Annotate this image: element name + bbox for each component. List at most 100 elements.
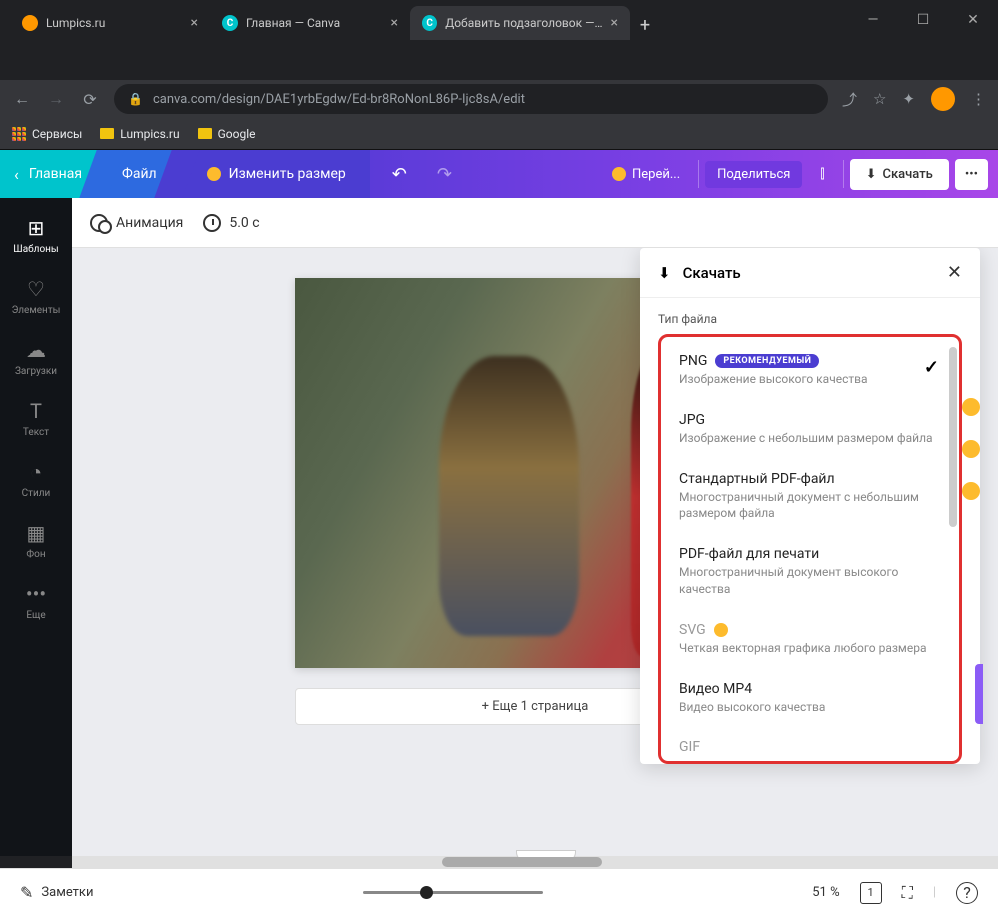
- tab-lumpics[interactable]: Lumpics.ru ×: [10, 6, 210, 40]
- editor-area: ⊞Шаблоны ♡Элементы ☁Загрузки TТекст ◔Сти…: [0, 198, 998, 856]
- uploads-icon: ☁: [26, 338, 46, 362]
- maximize-button[interactable]: ☐: [908, 12, 938, 28]
- apps-icon: [12, 127, 26, 141]
- clock-icon: [203, 214, 221, 232]
- filetype-option-pdf-print[interactable]: PDF-файл для печати Многостраничный доку…: [665, 534, 955, 610]
- bookmarks-bar: Сервисы Lumpics.ru Google: [0, 118, 998, 150]
- text-icon: T: [30, 399, 42, 423]
- scrollbar[interactable]: [949, 347, 957, 527]
- filetype-option-jpg[interactable]: JPG Изображение с небольшим размером фай…: [665, 400, 955, 459]
- check-icon: ✓: [924, 357, 939, 378]
- rail-styles[interactable]: ◔Стили: [0, 450, 72, 509]
- resize-button[interactable]: Изменить размер: [177, 150, 370, 198]
- favicon-icon: [22, 15, 38, 31]
- filetype-label: Тип файла: [658, 312, 962, 326]
- profile-avatar[interactable]: [931, 87, 955, 111]
- close-icon[interactable]: ×: [611, 15, 618, 31]
- rail-uploads[interactable]: ☁Загрузки: [0, 328, 72, 387]
- bookmark-lumpics[interactable]: Lumpics.ru: [100, 127, 179, 141]
- zoom-value[interactable]: 51 %: [812, 885, 839, 900]
- share-button[interactable]: Поделиться: [705, 161, 802, 188]
- fullscreen-icon[interactable]: ⛶: [902, 883, 913, 903]
- new-tab-button[interactable]: +: [630, 10, 660, 40]
- favicon-icon: C: [422, 15, 437, 31]
- canva-toolbar: ‹ Главная Файл Изменить размер ↶ ↷ Перей…: [0, 150, 998, 198]
- share-icon[interactable]: ⤴: [842, 89, 857, 110]
- templates-icon: ⊞: [28, 216, 45, 240]
- elements-icon: ♡: [27, 277, 45, 301]
- close-icon[interactable]: ×: [391, 15, 398, 31]
- extensions-icon[interactable]: ✦: [902, 90, 915, 108]
- bookmark-google[interactable]: Google: [198, 127, 256, 141]
- recommended-badge: РЕКОМЕНДУЕМЫЙ: [715, 354, 819, 368]
- panel-title: Скачать: [683, 264, 741, 282]
- window-close-button[interactable]: ✕: [958, 12, 988, 28]
- redo-button[interactable]: ↷: [425, 158, 464, 191]
- download-panel: ⬇ Скачать ✕ Тип файла PNGРЕКОМЕНДУЕМЫЙ И…: [640, 248, 980, 764]
- forward-button[interactable]: →: [46, 89, 66, 109]
- background-icon: ▦: [27, 521, 46, 545]
- bottom-bar: ✎ Заметки 51 % 1 ⛶ | ?: [0, 868, 998, 916]
- notes-icon: ✎: [20, 883, 33, 902]
- lock-icon: 🔒: [128, 92, 143, 106]
- rail-more[interactable]: •••Еще: [0, 572, 72, 631]
- download-icon: ⬇: [866, 167, 877, 182]
- download-button[interactable]: ⬇ Скачать: [850, 159, 949, 190]
- divider: [843, 160, 844, 188]
- crown-icon: [962, 440, 980, 458]
- rail-background[interactable]: ▦Фон: [0, 511, 72, 570]
- menu-icon[interactable]: ⋮: [971, 90, 986, 108]
- filetype-option-svg[interactable]: SVG Четкая векторная графика любого разм…: [665, 610, 955, 669]
- rail-text[interactable]: TТекст: [0, 389, 72, 448]
- notes-button[interactable]: ✎ Заметки: [20, 883, 93, 902]
- upgrade-button[interactable]: Перей...: [600, 161, 692, 188]
- page-indicator[interactable]: 1: [860, 882, 882, 904]
- duration-button[interactable]: 5.0 с: [203, 214, 259, 232]
- tab-canva-home[interactable]: C Главная — Canva ×: [210, 6, 410, 40]
- download-panel-header: ⬇ Скачать ✕: [640, 248, 980, 298]
- side-rail: ⊞Шаблоны ♡Элементы ☁Загрузки TТекст ◔Сти…: [0, 198, 72, 856]
- star-icon[interactable]: ☆: [873, 90, 886, 108]
- close-icon[interactable]: ✕: [947, 262, 962, 283]
- url-input[interactable]: 🔒 canva.com/design/DAE1yrbEgdw/Ed-br8RoN…: [114, 84, 828, 114]
- canvas-body: + Еще 1 страница ⬇ Скачать ✕ Тип файла P…: [72, 248, 998, 856]
- undo-button[interactable]: ↶: [380, 158, 419, 191]
- filetype-dropdown[interactable]: PNGРЕКОМЕНДУЕМЫЙ Изображение высокого ка…: [658, 334, 962, 764]
- insights-button[interactable]: ⫿: [808, 161, 836, 188]
- url-text: canva.com/design/DAE1yrbEgdw/Ed-br8RoNon…: [153, 92, 525, 107]
- filetype-option-pdf-std[interactable]: Стандартный PDF-файл Многостраничный док…: [665, 459, 955, 535]
- animation-button[interactable]: Анимация: [90, 214, 183, 232]
- horizontal-scrollbar[interactable]: [72, 856, 998, 868]
- canvas-area: Анимация 5.0 с + Еще 1 страница ⬇ Скачат…: [72, 198, 998, 856]
- rail-elements[interactable]: ♡Элементы: [0, 267, 72, 326]
- sub-toolbar: Анимация 5.0 с: [72, 198, 998, 248]
- divider: [698, 160, 699, 188]
- reload-button[interactable]: ⟳: [80, 90, 100, 109]
- animation-icon: [90, 214, 108, 232]
- tab-title: Главная — Canva: [246, 16, 340, 30]
- more-button[interactable]: •••: [955, 159, 988, 190]
- back-button[interactable]: ←: [12, 89, 32, 109]
- crown-icon: [714, 623, 728, 637]
- more-icon: •••: [26, 582, 46, 606]
- scrollbar-thumb[interactable]: [442, 857, 602, 867]
- download-icon: ⬇: [658, 264, 671, 282]
- crown-icon: [962, 482, 980, 500]
- rail-templates[interactable]: ⊞Шаблоны: [0, 206, 72, 265]
- crown-icon: [207, 167, 221, 181]
- apps-button[interactable]: Сервисы: [12, 127, 82, 141]
- close-icon[interactable]: ×: [191, 15, 198, 31]
- slider-thumb[interactable]: [420, 886, 433, 899]
- styles-icon: ◔: [30, 460, 42, 484]
- action-button-edge: [975, 664, 983, 724]
- filetype-option-mp4[interactable]: Видео MP4 Видео высокого качества: [665, 669, 955, 728]
- help-icon[interactable]: ?: [956, 882, 978, 904]
- zoom-slider[interactable]: [113, 891, 792, 894]
- address-bar: ← → ⟳ 🔒 canva.com/design/DAE1yrbEgdw/Ed-…: [0, 80, 998, 118]
- favicon-icon: C: [222, 15, 238, 31]
- tab-title: Добавить подзаголовок — 12: [445, 16, 602, 30]
- filetype-option-png[interactable]: PNGРЕКОМЕНДУЕМЫЙ Изображение высокого ка…: [665, 341, 955, 400]
- filetype-option-gif[interactable]: GIF: [665, 727, 955, 757]
- minimize-button[interactable]: —: [858, 12, 888, 28]
- tab-canva-design[interactable]: C Добавить подзаголовок — 12 ×: [410, 6, 630, 40]
